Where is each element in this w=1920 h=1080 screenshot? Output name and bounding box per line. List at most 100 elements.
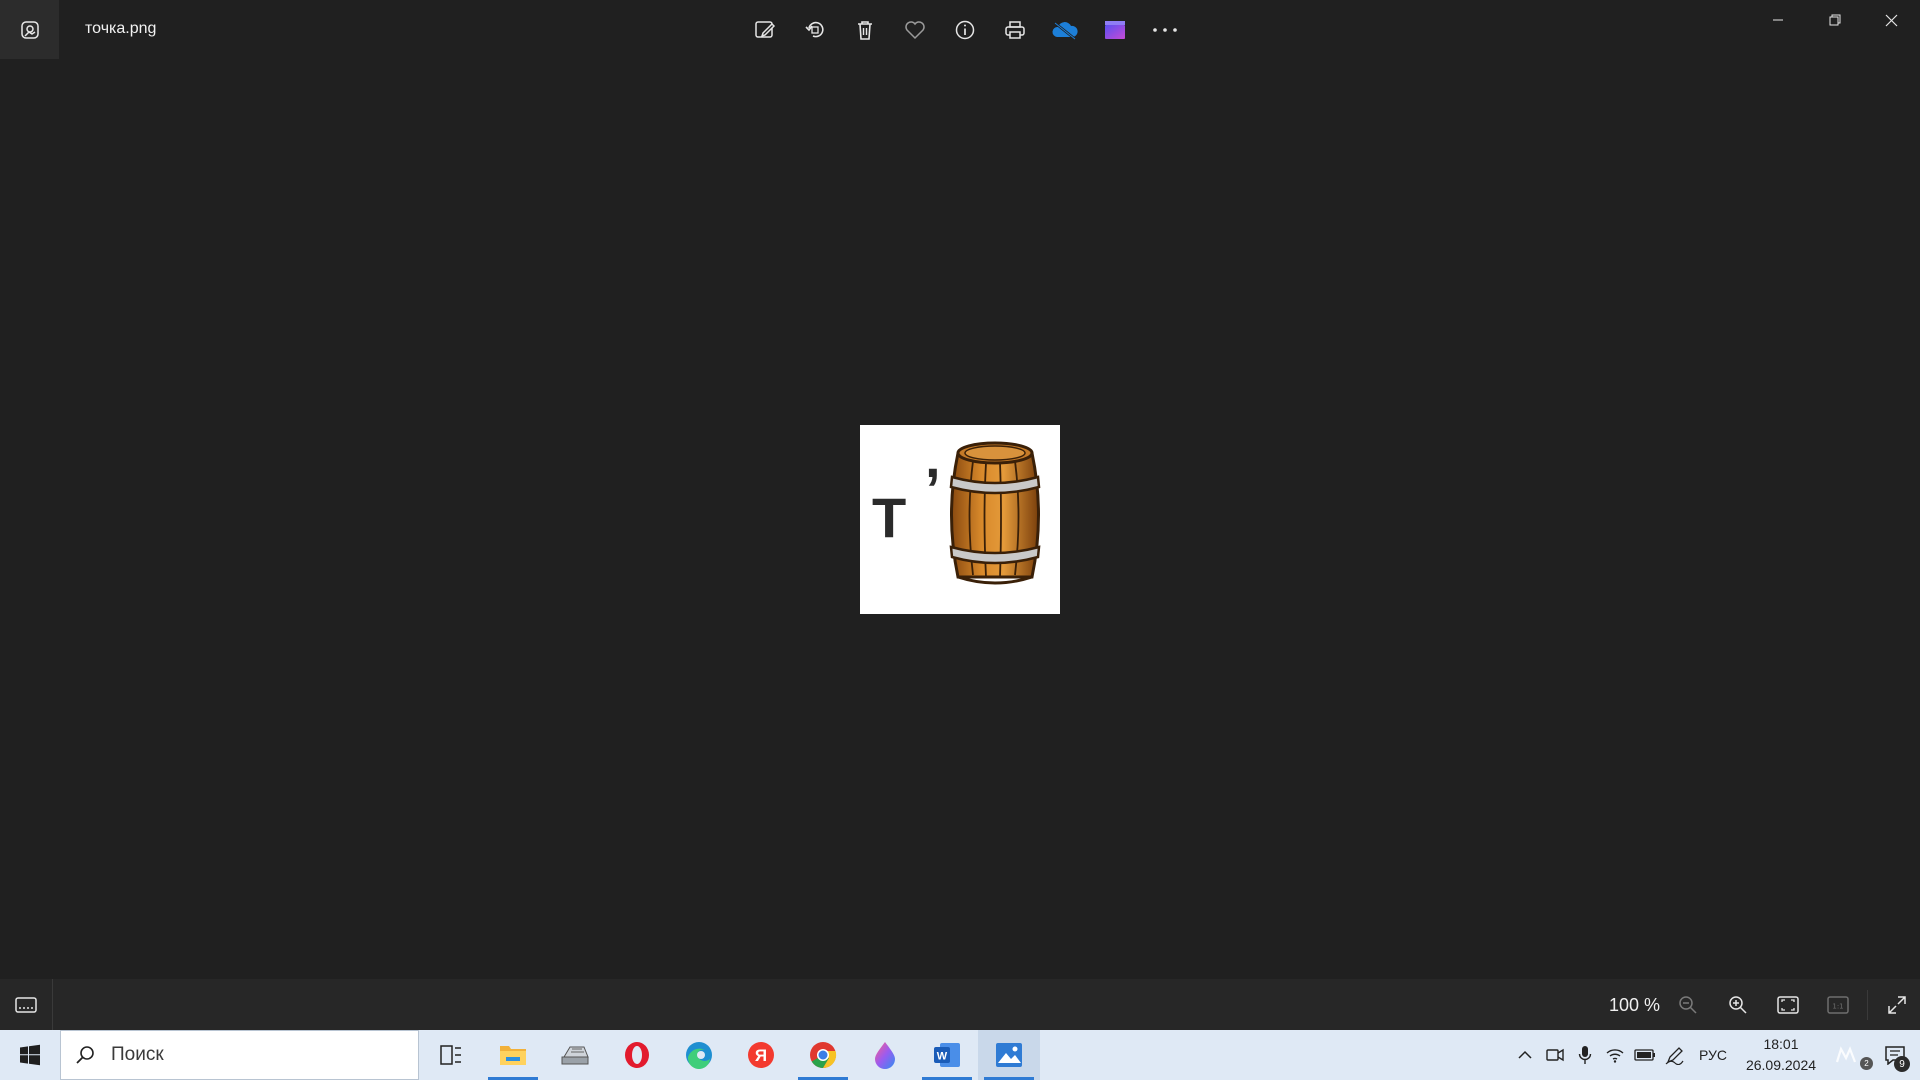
- fullscreen-icon: [1888, 995, 1906, 1014]
- notification-badge: 9: [1894, 1056, 1910, 1072]
- title-bar: точка.png: [0, 0, 1920, 59]
- info-icon: [955, 20, 975, 40]
- camera-icon: [1546, 1048, 1564, 1062]
- taskbar-word[interactable]: W: [916, 1030, 978, 1080]
- pen-tray-button[interactable]: [1660, 1030, 1690, 1080]
- clock-date: 26.09.2024: [1745, 1057, 1817, 1073]
- microphone-tray-button[interactable]: [1570, 1030, 1600, 1080]
- microphone-icon: [1578, 1046, 1592, 1064]
- rotate-button[interactable]: [790, 8, 840, 52]
- displayed-image: Т ,: [860, 425, 1060, 614]
- barrel-illustration: [949, 441, 1041, 585]
- photos-app-icon: [20, 20, 39, 39]
- edit-image-button[interactable]: [740, 8, 790, 52]
- yandex-icon: Я: [748, 1042, 774, 1068]
- taskbar-edge[interactable]: [668, 1030, 730, 1080]
- photos-icon: [996, 1043, 1022, 1067]
- taskbar-chrome[interactable]: [792, 1030, 854, 1080]
- clapperboard-icon: [1105, 21, 1125, 39]
- scanner-icon: [561, 1046, 589, 1065]
- wifi-icon: [1606, 1049, 1624, 1063]
- restore-icon: [1829, 14, 1840, 26]
- print-button[interactable]: [990, 8, 1040, 52]
- restore-button[interactable]: [1806, 0, 1863, 40]
- minimize-button[interactable]: [1749, 0, 1806, 40]
- delete-button[interactable]: [840, 8, 890, 52]
- taskbar-search[interactable]: [60, 1030, 419, 1080]
- heart-icon: [905, 21, 925, 40]
- zoom-out-icon: [1679, 995, 1697, 1014]
- folder-icon: [500, 1046, 526, 1065]
- video-editor-button[interactable]: [1090, 8, 1140, 52]
- taskbar-file-explorer[interactable]: [482, 1030, 544, 1080]
- taskbar: Я: [0, 1030, 1920, 1080]
- edge-icon: [686, 1042, 712, 1069]
- taskbar-photos[interactable]: [978, 1030, 1040, 1080]
- taskbar-scanner-app[interactable]: [544, 1030, 606, 1080]
- photos-app-button[interactable]: [0, 0, 59, 59]
- zoom-out-button[interactable]: [1663, 979, 1713, 1030]
- start-button[interactable]: [0, 1030, 60, 1080]
- zoom-in-icon: [1729, 995, 1747, 1014]
- drop-icon: [875, 1042, 895, 1069]
- filmstrip-icon: [15, 996, 37, 1013]
- meet-now-icon: [1835, 1046, 1857, 1063]
- clock[interactable]: 18:01 26.09.2024: [1736, 1034, 1826, 1076]
- window-controls: [1749, 0, 1920, 40]
- battery-icon: [1634, 1049, 1655, 1061]
- taskbar-opera[interactable]: [606, 1030, 668, 1080]
- show-hidden-icons-button[interactable]: [1510, 1030, 1540, 1080]
- onedrive-button[interactable]: [1040, 8, 1090, 52]
- edit-image-icon: [755, 21, 776, 38]
- cloud-icon: [1052, 22, 1078, 40]
- wifi-tray-button[interactable]: [1600, 1030, 1630, 1080]
- taskbar-drop-app[interactable]: [854, 1030, 916, 1080]
- meet-now-button[interactable]: 2: [1826, 1030, 1873, 1080]
- svg-text:1:1: 1:1: [1832, 1002, 1843, 1010]
- zoom-in-button[interactable]: [1713, 979, 1763, 1030]
- camera-tray-button[interactable]: [1540, 1030, 1570, 1080]
- pen-icon: [1665, 1047, 1684, 1065]
- opera-icon: [625, 1042, 649, 1068]
- word-icon: W: [934, 1043, 960, 1067]
- chevron-up-icon: [1518, 1050, 1532, 1059]
- chrome-icon: [810, 1042, 837, 1069]
- actual-size-button[interactable]: 1:1: [1813, 979, 1863, 1030]
- trash-icon: [858, 21, 872, 40]
- taskbar-yandex[interactable]: Я: [730, 1030, 792, 1080]
- more-icon: [1153, 28, 1177, 32]
- windows-logo-icon: [20, 1044, 40, 1066]
- search-icon: [61, 1045, 109, 1065]
- filmstrip-button[interactable]: [0, 979, 53, 1030]
- minimize-icon: [1772, 19, 1783, 21]
- info-button[interactable]: [940, 8, 990, 52]
- svg-text:W: W: [937, 1051, 948, 1063]
- rotate-icon: [805, 21, 824, 38]
- clock-time: 18:01: [1763, 1036, 1799, 1052]
- search-input[interactable]: [109, 1043, 393, 1067]
- zoom-level[interactable]: 100 %: [1600, 995, 1660, 1016]
- printer-icon: [1005, 21, 1025, 39]
- action-center-button[interactable]: 9: [1870, 1030, 1920, 1080]
- toolbar: [740, 8, 1190, 52]
- more-button[interactable]: [1140, 8, 1190, 52]
- favorite-button[interactable]: [890, 8, 940, 52]
- task-view-button[interactable]: [420, 1030, 482, 1080]
- svg-text:Я: Я: [755, 1046, 767, 1065]
- fit-to-window-button[interactable]: [1763, 979, 1813, 1030]
- image-letter: Т: [872, 486, 907, 549]
- language-indicator[interactable]: РУС: [1690, 1047, 1736, 1063]
- zoom-controls: 1:1: [1663, 979, 1920, 1030]
- image-viewer[interactable]: Т ,: [0, 59, 1920, 979]
- task-view-icon: [440, 1045, 461, 1065]
- system-tray: РУС 18:01 26.09.2024 2 9: [1510, 1030, 1920, 1080]
- taskbar-apps: Я W: [420, 1030, 1040, 1080]
- close-button[interactable]: [1863, 0, 1920, 40]
- fit-to-window-icon: [1777, 995, 1799, 1014]
- zoom-bar: 100 % 1:1: [0, 979, 1920, 1030]
- battery-tray-button[interactable]: [1630, 1030, 1660, 1080]
- actual-size-icon: 1:1: [1827, 995, 1849, 1014]
- image-apostrophe: ,: [925, 426, 941, 489]
- fullscreen-button[interactable]: [1872, 979, 1920, 1030]
- zoom-separator: [1867, 989, 1868, 1020]
